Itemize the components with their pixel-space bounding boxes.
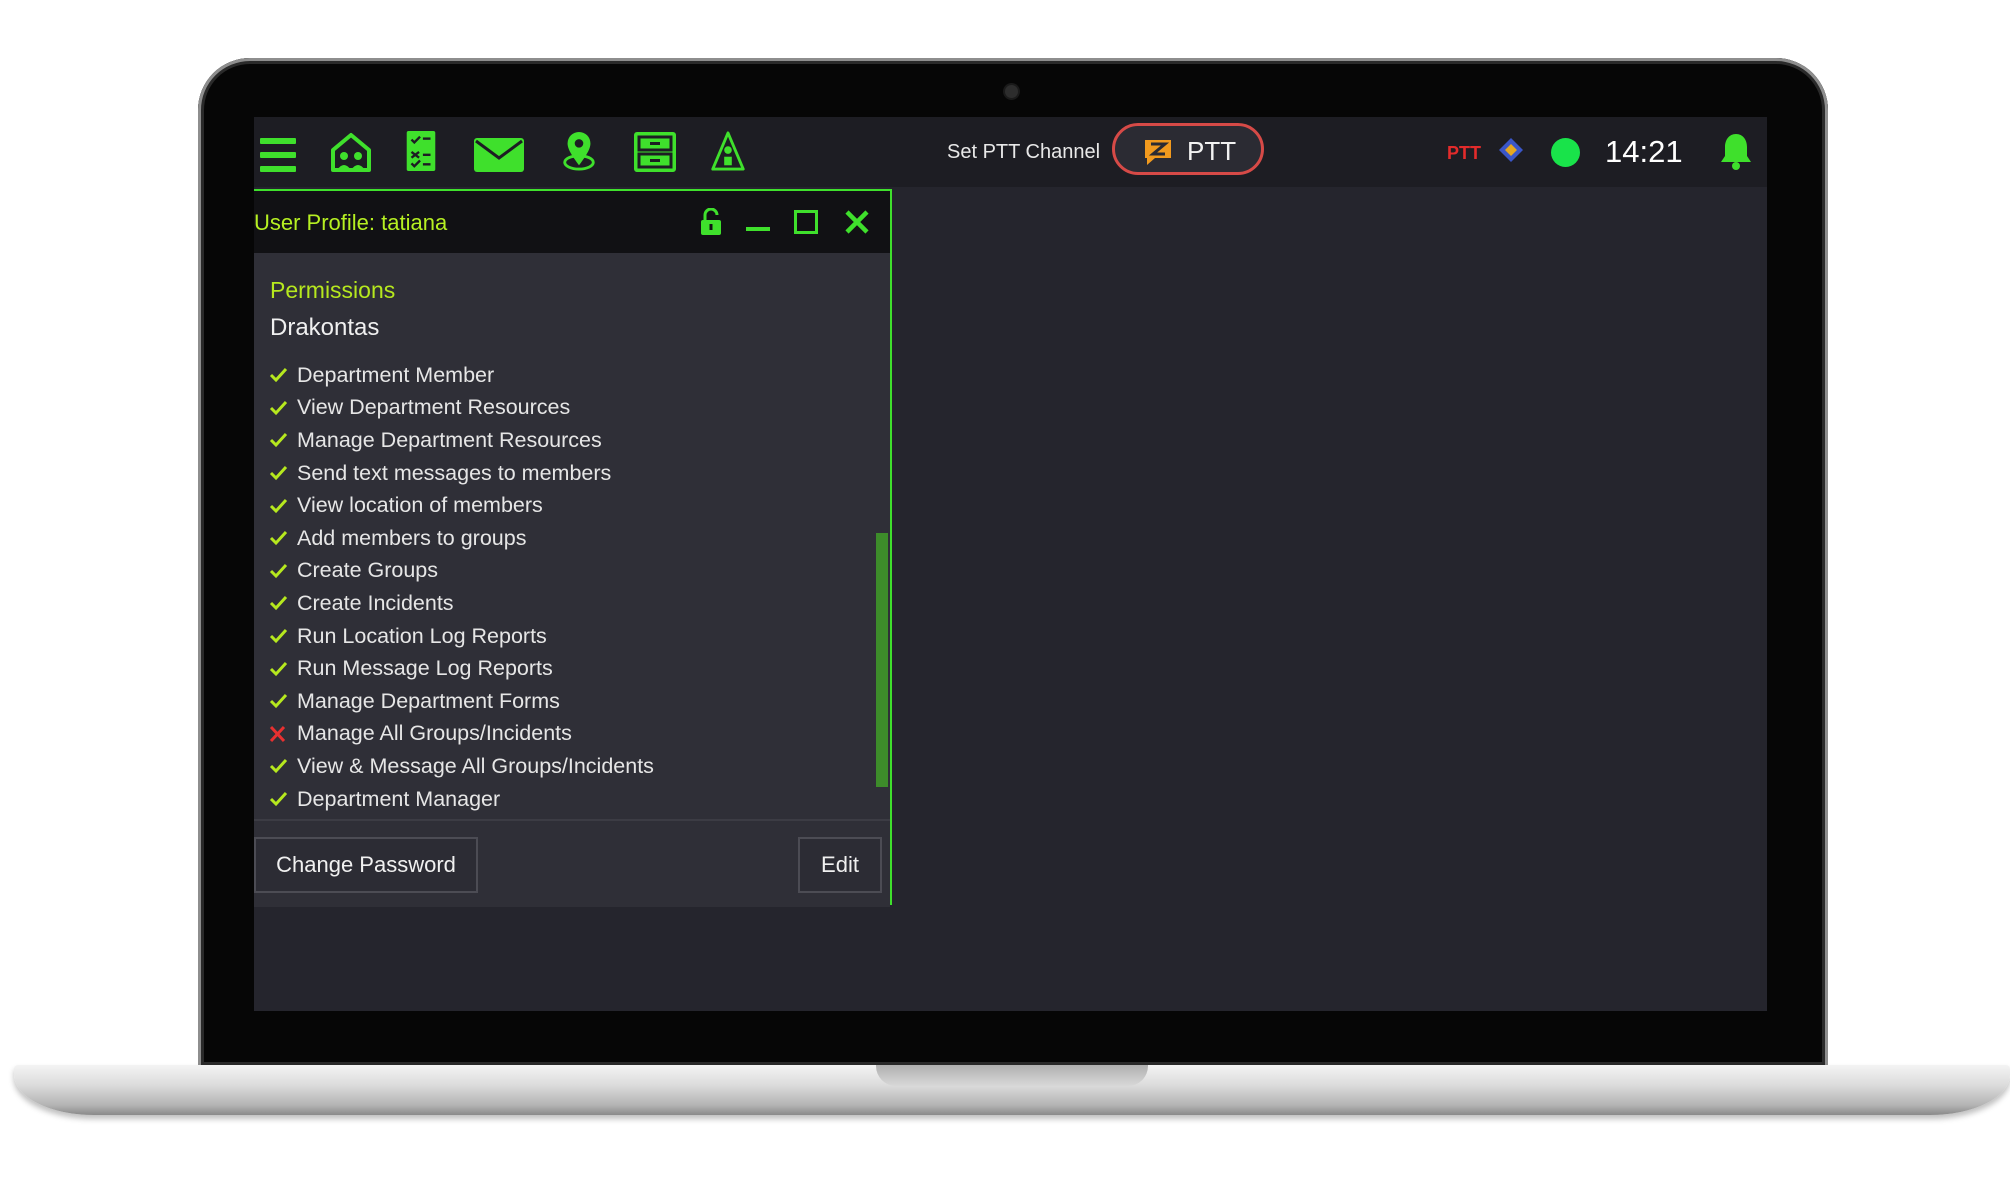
unlock-icon[interactable] [700,208,722,236]
permission-label: View & Message All Groups/Incidents [297,753,654,778]
maximize-icon[interactable] [794,210,818,234]
check-icon [269,694,288,709]
panel-header: User Profile: tatiana [254,191,890,253]
permission-label: Department Member [297,362,495,387]
check-icon [269,368,288,383]
check-icon [269,792,288,807]
permission-item: Manage All Groups/Incidents [268,718,654,751]
zello-logo-icon [1145,140,1171,165]
clock: 14:21 [1605,134,1683,169]
check-icon [269,759,288,774]
app-screen: Set PTT Channel PTT PTT 14:21 User Profi… [254,117,1767,1011]
top-toolbar: Set PTT Channel PTT PTT 14:21 [254,117,1767,187]
minimize-icon[interactable] [746,227,770,233]
check-icon [269,531,288,546]
laptop-notch [876,1065,1148,1086]
check-icon [269,629,288,644]
map-pin-icon[interactable] [562,131,596,171]
ptt-status-label: PTT [1447,143,1481,163]
menu-icon[interactable] [260,135,296,175]
check-icon [269,596,288,611]
home-icon[interactable] [330,132,372,172]
permission-item: Send text messages to members [268,457,654,490]
permissions-heading: Permissions [270,277,396,303]
check-icon [269,661,288,676]
mail-icon[interactable] [474,135,524,175]
permission-label: Add members to groups [297,525,527,550]
permission-label: Manage All Groups/Incidents [297,721,572,746]
permission-item: Run Message Log Reports [268,652,654,685]
permission-item: Department Manager [268,783,654,816]
permission-item: View location of members [268,489,654,522]
department-name: Drakontas [270,314,380,341]
check-icon [269,433,288,448]
permission-item: Add members to groups [268,522,654,555]
connection-diamond-icon [1499,138,1523,162]
status-online-indicator [1551,138,1580,167]
close-icon[interactable] [844,209,870,235]
permission-item: Run Location Log Reports [268,620,654,653]
permission-label: Manage Department Resources [297,427,602,452]
permission-label: Send text messages to members [297,460,612,485]
permission-item: Create Groups [268,555,654,588]
ptt-channel-label: Set PTT Channel [947,141,1101,163]
panel-title: User Profile: tatiana [254,210,448,235]
permission-item: Create Incidents [268,587,654,620]
permission-label: View Department Resources [297,395,571,420]
permission-item: View & Message All Groups/Incidents [268,750,654,783]
user-profile-panel: User Profile: tatiana Permissions Drakon… [254,189,892,907]
ptt-button[interactable]: PTT [1112,123,1264,175]
incident-icon[interactable] [710,131,746,171]
check-icon [269,466,288,481]
permission-label: Manage Department Forms [297,688,560,713]
webcam [1005,85,1018,98]
permission-item: Department Member [268,359,654,392]
change-password-button[interactable]: Change Password [254,837,478,893]
ptt-button-label: PTT [1187,136,1237,166]
permissions-list: Department Member View Department Resourc… [268,359,654,815]
permission-label: Run Message Log Reports [297,656,553,681]
checklist-icon[interactable] [406,131,436,171]
permission-label: View location of members [297,493,543,518]
permission-item: Manage Department Forms [268,685,654,718]
edit-button[interactable]: Edit [798,837,882,893]
permission-label: Create Groups [297,558,439,583]
scrollbar-thumb[interactable] [876,533,888,787]
panel-footer: Change Password Edit [254,819,890,907]
check-icon [269,563,288,579]
permission-label: Department Manager [297,786,501,811]
permission-label: Run Location Log Reports [297,623,547,648]
check-icon [269,400,288,416]
cross-icon [269,725,286,742]
check-icon [269,498,288,513]
bell-icon[interactable] [1719,132,1753,170]
permission-label: Create Incidents [297,590,454,615]
permission-item: View Department Resources [268,392,654,425]
permission-item: Manage Department Resources [268,424,654,457]
files-icon[interactable] [634,132,676,172]
